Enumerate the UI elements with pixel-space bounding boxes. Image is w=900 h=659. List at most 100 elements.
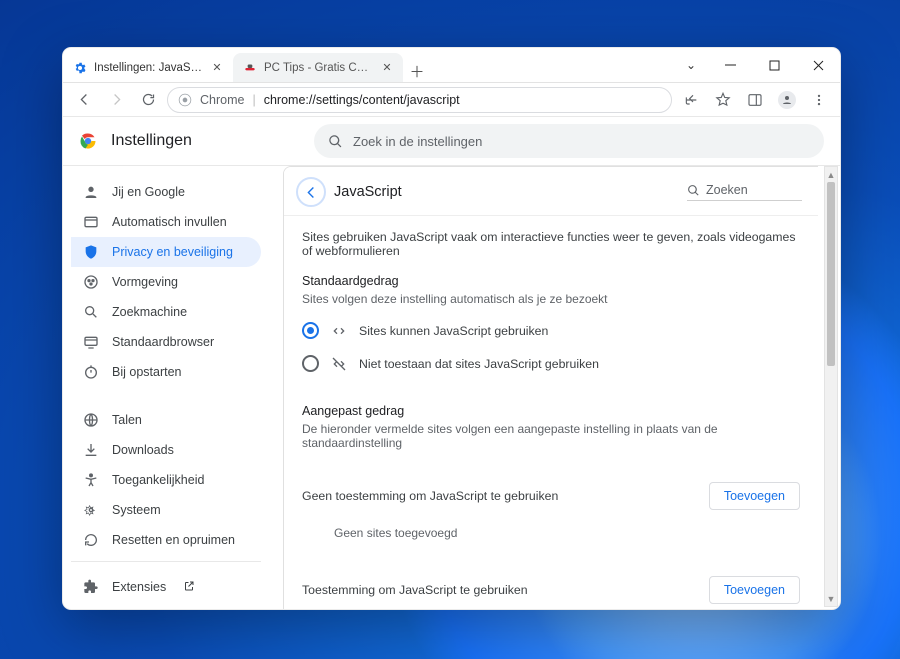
- sidebar-item-label: Privacy en beveiliging: [112, 245, 233, 259]
- sidebar-item-label: Resetten en opruimen: [112, 533, 235, 547]
- radio-icon: [302, 322, 319, 339]
- gear-icon: [73, 61, 87, 75]
- sidebar-item-reset[interactable]: Resetten en opruimen: [71, 525, 261, 555]
- radio-icon: [302, 355, 319, 372]
- sidebar-item-autofill[interactable]: Automatisch invullen: [71, 207, 261, 237]
- profile-button[interactable]: [774, 87, 800, 113]
- startup-icon: [83, 364, 99, 380]
- add-blocked-site-button[interactable]: Toevoegen: [709, 482, 800, 510]
- appearance-icon: [83, 274, 99, 290]
- default-behavior-heading: Standaardgedrag: [302, 274, 800, 288]
- search-icon: [328, 134, 343, 149]
- window-maximize-button[interactable]: [752, 48, 796, 82]
- privacy-icon: [83, 244, 99, 260]
- sidebar-item-downloads[interactable]: Downloads: [71, 435, 261, 465]
- lang-icon: [83, 412, 99, 428]
- autofill-icon: [83, 214, 99, 230]
- tab-inactive[interactable]: PC Tips - Gratis Computer Tips, h ✕: [233, 53, 403, 82]
- window-minimize-button[interactable]: [708, 48, 752, 82]
- tab-title: Instellingen: JavaScript: [94, 62, 204, 74]
- sidebar-item-label: Extensies: [112, 580, 166, 594]
- radio-block-js[interactable]: Niet toestaan dat sites JavaScript gebru…: [302, 355, 800, 372]
- close-icon[interactable]: ✕: [381, 62, 393, 74]
- sidebar-item-label: Downloads: [112, 443, 174, 457]
- sidebar-item-extensions[interactable]: Extensies: [71, 572, 261, 602]
- omnibox-path: chrome://settings/content/javascript: [264, 93, 460, 107]
- you-icon: [83, 184, 99, 200]
- close-icon[interactable]: ✕: [211, 62, 223, 74]
- content-area: Instellingen Zoek in de instellingen Jij…: [63, 117, 840, 609]
- sidebar-item-label: Zoekmachine: [112, 305, 187, 319]
- new-tab-button[interactable]: ＋: [403, 61, 431, 82]
- scroll-thumb[interactable]: [827, 182, 835, 366]
- sidebar-item-appearance[interactable]: Vormgeving: [71, 267, 261, 297]
- address-bar[interactable]: Chrome | chrome://settings/content/javas…: [167, 87, 672, 113]
- tab-strip: Instellingen: JavaScript ✕ PC Tips - Gra…: [63, 48, 431, 82]
- allowed-sites-label: Toestemming om JavaScript te gebruiken: [302, 583, 528, 597]
- sidebar-item-label: Talen: [112, 413, 142, 427]
- downloads-icon: [83, 442, 99, 458]
- side-panel-button[interactable]: [742, 87, 768, 113]
- sidebar-item-label: Standaardbrowser: [112, 335, 214, 349]
- allowed-sites-empty: Geen sites toegevoegd: [302, 604, 800, 609]
- sidebar-item-label: Toegankelijkheid: [112, 473, 204, 487]
- page-intro: Sites gebruiken JavaScript vaak om inter…: [302, 230, 800, 258]
- sidebar-item-label: Systeem: [112, 503, 161, 517]
- a11y-icon: [83, 472, 99, 488]
- sidebar-item-you[interactable]: Jij en Google: [71, 177, 261, 207]
- tab-title: PC Tips - Gratis Computer Tips, h: [264, 62, 374, 74]
- chrome-logo-icon: [79, 132, 97, 150]
- scroll-down-icon[interactable]: ▼: [825, 591, 837, 606]
- forward-button[interactable]: [103, 87, 129, 113]
- bookmark-button[interactable]: [710, 87, 736, 113]
- sidebar-item-startup[interactable]: Bij opstarten: [71, 357, 261, 387]
- external-link-icon: [183, 580, 195, 595]
- sidebar-item-a11y[interactable]: Toegankelijkheid: [71, 465, 261, 495]
- back-button[interactable]: [71, 87, 97, 113]
- default-behavior-desc: Sites volgen deze instelling automatisch…: [302, 292, 800, 306]
- sidebar-item-default[interactable]: Standaardbrowser: [71, 327, 261, 357]
- avatar-icon: [778, 91, 796, 109]
- blocked-sites-empty: Geen sites toegevoegd: [302, 510, 800, 544]
- tab-active[interactable]: Instellingen: JavaScript ✕: [63, 53, 233, 82]
- settings-title: Instellingen: [111, 132, 192, 150]
- custom-behavior-heading: Aangepast gedrag: [302, 404, 800, 418]
- blocked-sites-label: Geen toestemming om JavaScript te gebrui…: [302, 489, 558, 503]
- tab-overflow-button[interactable]: ⌄: [674, 48, 708, 82]
- add-allowed-site-button[interactable]: Toevoegen: [709, 576, 800, 604]
- custom-behavior-desc: De hieronder vermelde sites volgen een a…: [302, 422, 800, 450]
- window-close-button[interactable]: [796, 48, 840, 82]
- scroll-up-icon[interactable]: ▲: [825, 167, 837, 182]
- sidebar-item-system[interactable]: Systeem: [71, 495, 261, 525]
- sidebar-item-label: Jij en Google: [112, 185, 185, 199]
- sidebar-item-lang[interactable]: Talen: [71, 405, 261, 435]
- search-icon: [83, 304, 99, 320]
- page-title: JavaScript: [334, 184, 402, 200]
- share-button[interactable]: [678, 87, 704, 113]
- reset-icon: [83, 532, 99, 548]
- sidebar-item-label: Vormgeving: [112, 275, 178, 289]
- page-back-button[interactable]: [296, 177, 326, 207]
- menu-button[interactable]: [806, 87, 832, 113]
- sidebar-item-privacy[interactable]: Privacy en beveiliging: [71, 237, 261, 267]
- toolbar: Chrome | chrome://settings/content/javas…: [63, 83, 840, 117]
- sidebar-item-label: Bij opstarten: [112, 365, 181, 379]
- radio-allow-js[interactable]: Sites kunnen JavaScript gebruiken: [302, 322, 800, 339]
- sidebar-item-label: Automatisch invullen: [112, 215, 227, 229]
- chrome-scheme-icon: [178, 93, 192, 107]
- settings-sidebar: Jij en Google Automatisch invullen Privacy…: [63, 166, 271, 609]
- system-icon: [83, 502, 99, 518]
- settings-search[interactable]: Zoek in de instellingen: [314, 124, 824, 158]
- default-icon: [83, 334, 99, 350]
- settings-main: JavaScript Zoeken Sites gebruiken JavaSc…: [283, 166, 818, 609]
- chrome-window: Instellingen: JavaScript ✕ PC Tips - Gra…: [62, 47, 841, 610]
- page-search[interactable]: Zoeken: [687, 183, 802, 201]
- code-off-icon: [331, 356, 347, 372]
- sidebar-item-search[interactable]: Zoekmachine: [71, 297, 261, 327]
- reload-button[interactable]: [135, 87, 161, 113]
- extensions-icon: [83, 579, 99, 595]
- vertical-scrollbar[interactable]: ▲ ▼: [824, 166, 838, 607]
- sidebar-item-about[interactable]: Over Chrome: [71, 602, 261, 609]
- search-icon: [687, 184, 700, 197]
- omnibox-scheme: Chrome: [200, 93, 244, 107]
